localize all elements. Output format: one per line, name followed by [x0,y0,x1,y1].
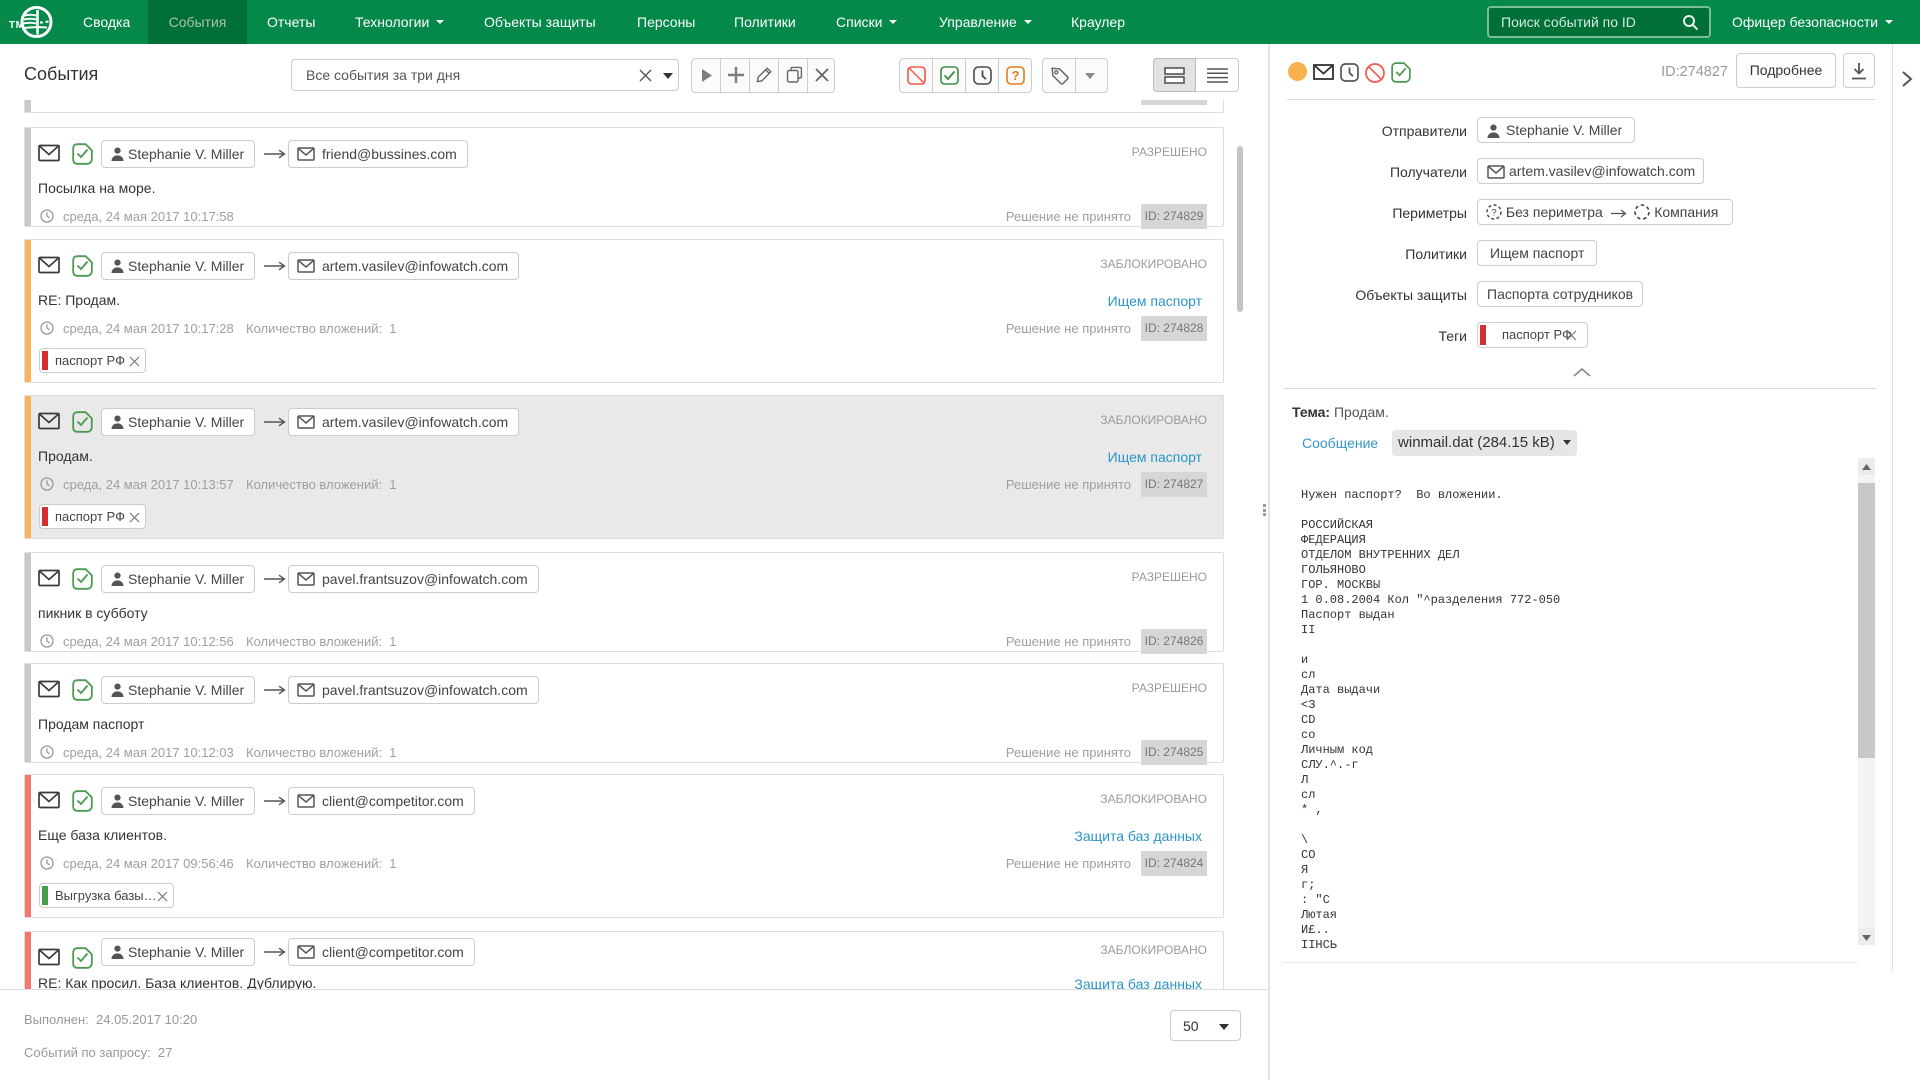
svg-text:?: ? [1491,208,1496,219]
svg-text:?: ? [1012,68,1020,83]
